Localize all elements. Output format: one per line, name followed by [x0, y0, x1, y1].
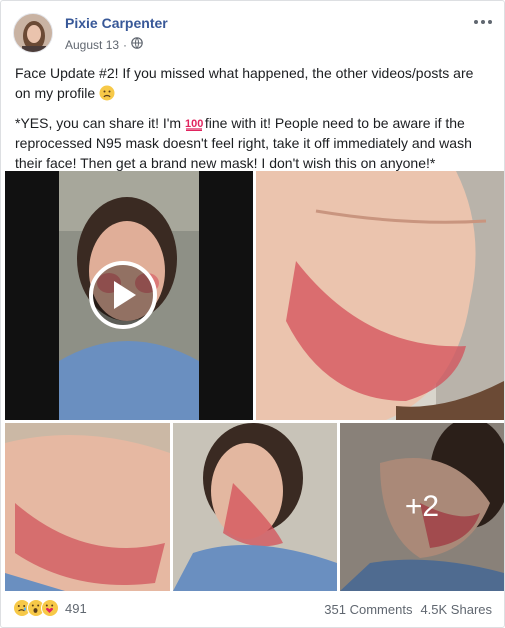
ellipsis-icon[interactable] [472, 13, 494, 31]
avatar[interactable] [13, 13, 53, 53]
post-card: Pixie Carpenter August 13 · Face Update … [0, 0, 505, 628]
paragraph-2-text-a: *YES, you can share it! I'm [15, 115, 182, 131]
play-icon[interactable] [89, 261, 157, 329]
more-photos-count[interactable]: +2 [340, 423, 504, 591]
post-paragraph-2: *YES, you can share it! I'm 100 fine wit… [15, 113, 492, 173]
post-header: Pixie Carpenter August 13 · [13, 11, 494, 55]
author-name[interactable]: Pixie Carpenter [65, 15, 168, 31]
hundred-points-emoji: 100 [185, 115, 203, 131]
meta-separator: · [123, 37, 128, 52]
photo-thumbnail[interactable] [256, 171, 504, 420]
photo-thumbnail[interactable] [173, 423, 337, 591]
care-reaction-icon [41, 599, 59, 617]
post-footer: 491 351 Comments 4.5K Shares [13, 597, 492, 621]
engagement-stats: 351 Comments 4.5K Shares [324, 602, 492, 617]
post-meta: August 13 · [65, 37, 143, 52]
worried-face-emoji [99, 85, 115, 101]
post-date[interactable]: August 13 [65, 38, 119, 52]
reaction-count[interactable]: 491 [65, 601, 87, 616]
photo-grid: +2 [5, 171, 504, 591]
paragraph-1-text: Face Update #2! If you missed what happe… [15, 65, 474, 101]
shares-link[interactable]: 4.5K Shares [420, 602, 492, 617]
video-thumbnail[interactable] [5, 171, 253, 420]
globe-icon [131, 37, 143, 52]
reactions-summary[interactable]: 491 [13, 599, 87, 617]
photo-thumbnail[interactable]: +2 [340, 423, 504, 591]
photo-thumbnail[interactable] [5, 423, 170, 591]
post-text: Face Update #2! If you missed what happe… [15, 63, 492, 183]
post-paragraph-1: Face Update #2! If you missed what happe… [15, 63, 492, 103]
svg-text:100: 100 [185, 118, 203, 130]
comments-link[interactable]: 351 Comments [324, 602, 412, 617]
